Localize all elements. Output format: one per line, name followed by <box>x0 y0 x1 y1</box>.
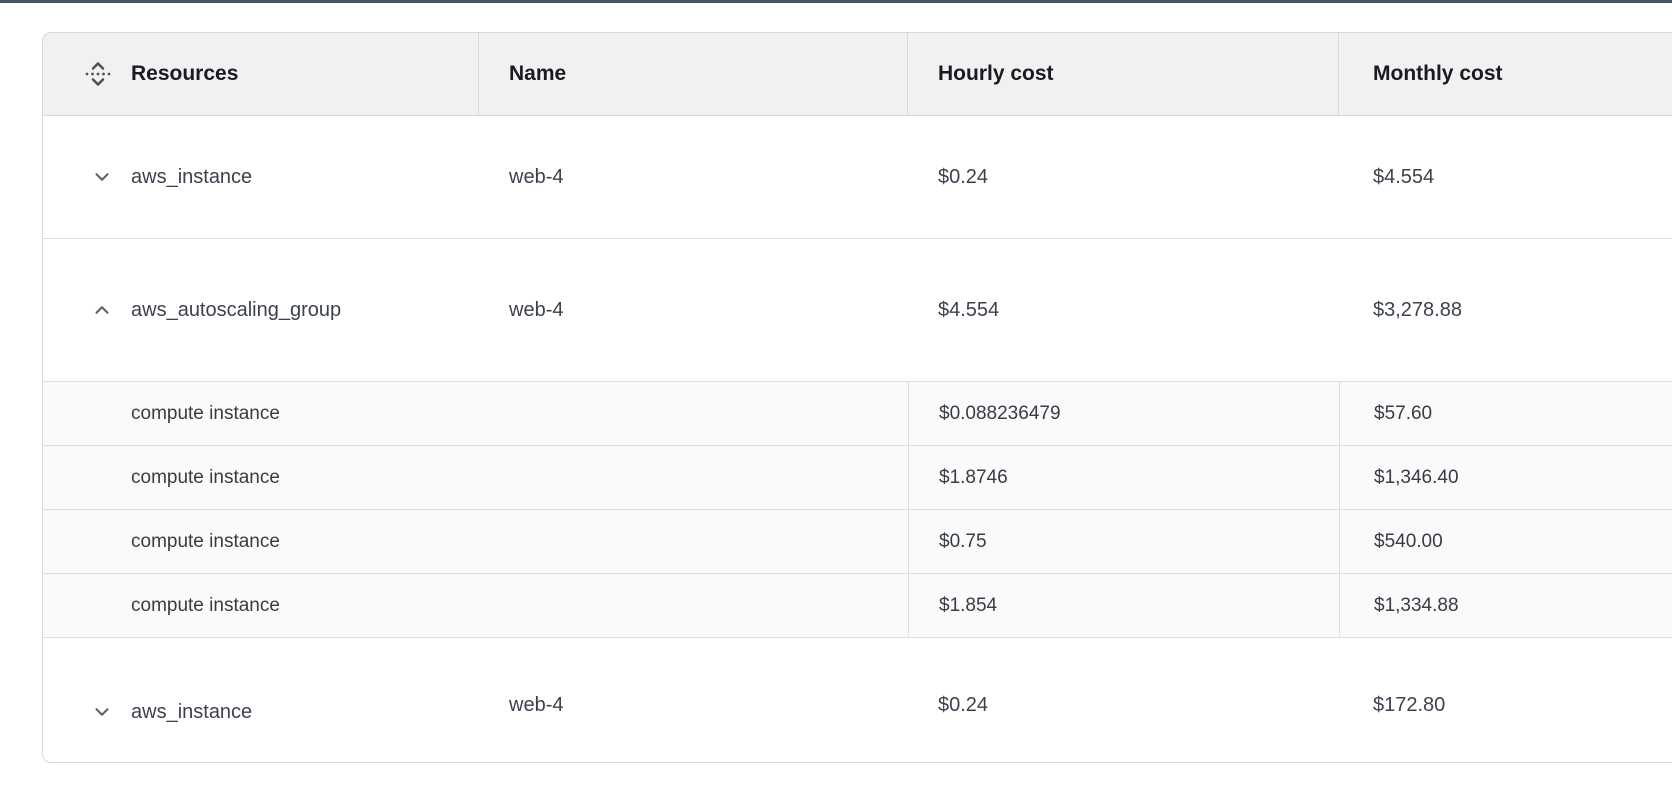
column-header-label: Monthly cost <box>1373 62 1503 86</box>
resource-type: aws_instance <box>131 166 252 189</box>
top-accent-bar <box>0 0 1672 3</box>
monthly-cost-cell: $1,346.40 <box>1339 446 1672 509</box>
resources-cell: aws_instance <box>43 638 479 763</box>
name-cell <box>479 574 908 637</box>
cost-component-cell: compute instance <box>43 574 479 637</box>
hourly-cost-cell: $1.854 <box>908 574 1339 637</box>
sub-row: compute instance $1.854 $1,334.88 <box>43 573 1672 637</box>
name-cell: web-4 <box>479 239 908 381</box>
name-cell: web-4 <box>479 638 908 763</box>
column-header-monthly-cost[interactable]: Monthly cost <box>1339 33 1672 115</box>
column-header-hourly-cost[interactable]: Hourly cost <box>908 33 1339 115</box>
cost-component-cell: compute instance <box>43 382 479 445</box>
column-header-label: Resources <box>131 62 238 86</box>
sub-row: compute instance $0.088236479 $57.60 <box>43 381 1672 445</box>
name-cell <box>479 382 908 445</box>
resource-type: aws_autoscaling_group <box>131 299 341 322</box>
table-row[interactable]: aws_instance web-4 $0.24 $172.80 <box>43 637 1672 763</box>
table-header-row: Resources Name Hourly cost Monthly cost <box>43 33 1672 116</box>
monthly-cost-cell: $4.554 <box>1339 116 1672 238</box>
hourly-cost-cell: $0.75 <box>908 510 1339 573</box>
chevron-down-icon[interactable] <box>91 701 113 723</box>
hourly-cost-cell: $0.24 <box>908 116 1339 238</box>
hourly-cost-cell: $4.554 <box>908 239 1339 381</box>
column-header-label: Name <box>509 62 566 86</box>
chevron-up-icon[interactable] <box>91 299 113 321</box>
cost-component-cell: compute instance <box>43 510 479 573</box>
name-cell <box>479 510 908 573</box>
table-row[interactable]: aws_instance web-4 $0.24 $4.554 <box>43 116 1672 238</box>
resources-cell: aws_instance <box>43 116 479 238</box>
cost-table: Resources Name Hourly cost Monthly cost … <box>42 32 1672 763</box>
resource-type: aws_instance <box>131 701 252 724</box>
table-row[interactable]: aws_autoscaling_group web-4 $4.554 $3,27… <box>43 238 1672 381</box>
chevron-down-icon[interactable] <box>91 166 113 188</box>
drag-handle-icon[interactable] <box>81 57 115 91</box>
monthly-cost-cell: $540.00 <box>1339 510 1672 573</box>
monthly-cost-cell: $3,278.88 <box>1339 239 1672 381</box>
monthly-cost-cell: $1,334.88 <box>1339 574 1672 637</box>
cost-component-cell: compute instance <box>43 446 479 509</box>
sub-row: compute instance $1.8746 $1,346.40 <box>43 445 1672 509</box>
hourly-cost-cell: $0.088236479 <box>908 382 1339 445</box>
hourly-cost-cell: $0.24 <box>908 638 1339 763</box>
monthly-cost-cell: $57.60 <box>1339 382 1672 445</box>
column-header-label: Hourly cost <box>938 62 1054 86</box>
column-header-resources[interactable]: Resources <box>43 33 479 115</box>
resources-cell: aws_autoscaling_group <box>43 239 479 381</box>
monthly-cost-cell: $172.80 <box>1339 638 1672 763</box>
name-cell: web-4 <box>479 116 908 238</box>
column-header-name[interactable]: Name <box>479 33 908 115</box>
name-cell <box>479 446 908 509</box>
hourly-cost-cell: $1.8746 <box>908 446 1339 509</box>
sub-row: compute instance $0.75 $540.00 <box>43 509 1672 573</box>
